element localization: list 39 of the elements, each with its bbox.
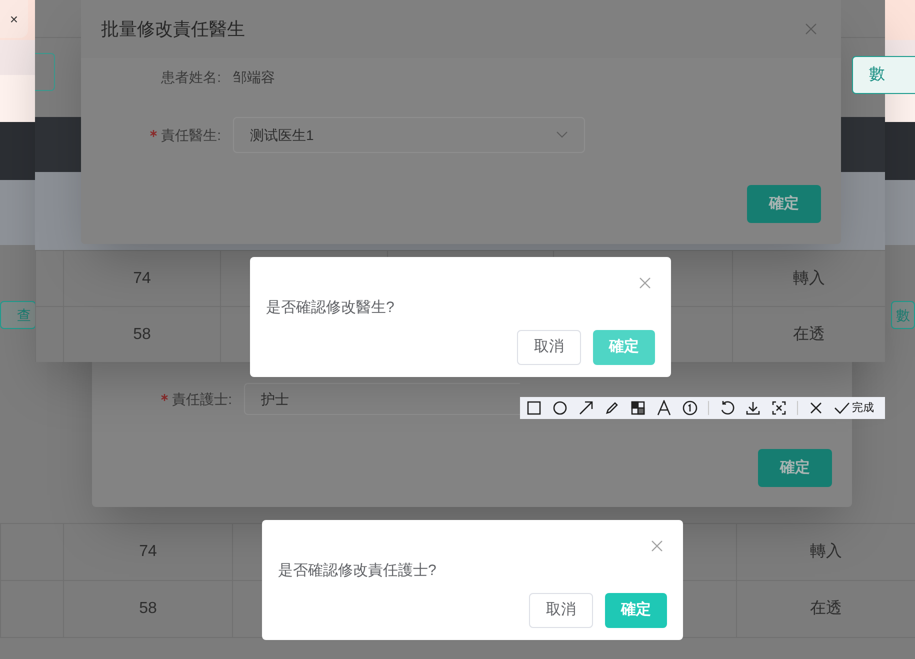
cancel-button[interactable]: 取消 — [517, 330, 581, 365]
dialog-message: 是否確認修改責任護士? — [278, 561, 438, 581]
number-marker-icon[interactable] — [682, 400, 698, 416]
text-tool-icon[interactable] — [656, 400, 672, 416]
confirm-button[interactable]: 確定 — [605, 593, 667, 628]
table-cell-text: 58 — [133, 324, 151, 344]
cancel-button[interactable]: 取消 — [529, 593, 593, 628]
input-field[interactable]: 护士 — [244, 383, 520, 415]
table-cell-text: 轉入 — [810, 542, 842, 562]
table-cell-text: 74 — [133, 268, 151, 288]
field-label: 責任護士: — [172, 390, 232, 408]
arrow-icon[interactable] — [578, 400, 594, 416]
table-cell-text: 74 — [139, 542, 157, 562]
data-button[interactable]: 數 — [852, 56, 915, 94]
fit-screen-icon[interactable] — [771, 400, 787, 416]
patient-name: 邹端容 — [233, 68, 275, 87]
pencil-icon[interactable] — [604, 400, 620, 416]
undo-icon[interactable] — [719, 400, 735, 416]
rectangle-icon[interactable] — [526, 400, 542, 416]
done-button[interactable]: 完成 — [834, 400, 874, 416]
field-label: 患者姓名: — [161, 68, 221, 87]
download-icon[interactable] — [745, 400, 761, 416]
circle-icon[interactable] — [552, 400, 568, 416]
table-cell-text: 轉入 — [793, 268, 825, 288]
confirm-button[interactable]: 確定 — [747, 185, 821, 223]
confirm-button[interactable]: 確定 — [758, 449, 832, 487]
dialog-title: 批量修改責任醫生 — [101, 18, 245, 40]
table-cell-text: 在透 — [793, 324, 825, 344]
chevron-down-icon — [556, 131, 568, 139]
table-cell-text: 58 — [139, 599, 157, 619]
mosaic-icon[interactable] — [630, 400, 646, 416]
field-label: 責任醫生: — [161, 126, 221, 144]
tab-close[interactable]: × — [0, 0, 28, 38]
select-field[interactable]: 测试医生1 — [233, 117, 585, 153]
close-icon[interactable] — [808, 400, 824, 416]
confirm-button[interactable]: 確定 — [593, 330, 655, 365]
check-icon — [834, 400, 850, 416]
table-cell-text: 在透 — [810, 598, 842, 619]
dialog-message: 是否確認修改醫生? — [266, 298, 396, 318]
